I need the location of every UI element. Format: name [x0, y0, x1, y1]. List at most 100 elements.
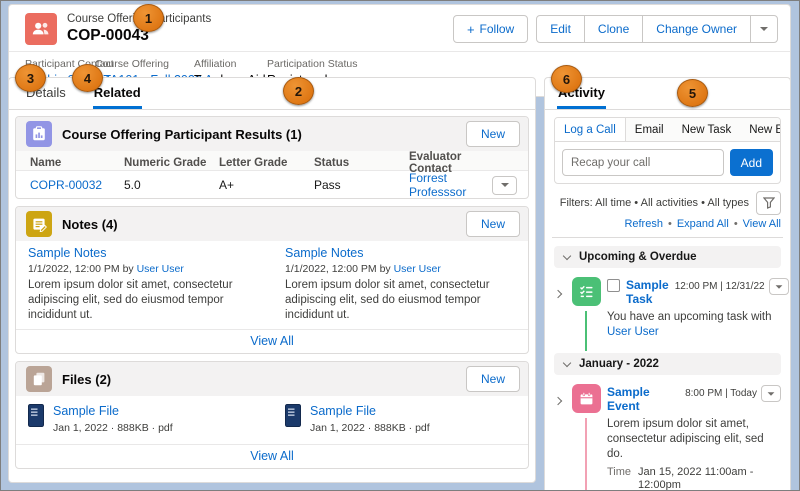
add-button[interactable]: Add — [729, 149, 773, 176]
task-complete-checkbox[interactable] — [607, 279, 620, 292]
files-title: Files (2) — [62, 371, 112, 387]
note-link[interactable]: Sample Notes — [285, 246, 364, 260]
chevron-down-icon — [500, 183, 509, 187]
event-icon — [572, 384, 601, 413]
chevron-right-icon — [553, 396, 563, 406]
tab-related[interactable]: Related — [92, 85, 142, 109]
expand-task-button[interactable] — [553, 277, 566, 340]
timeline-task-item: Sample Task 12:00 PM | 12/31/22 You have… — [553, 277, 789, 351]
files-icon — [26, 366, 52, 392]
notes-related-list: Notes (4) New Sample Notes 1/1/2022, 12:… — [15, 206, 529, 354]
results-table-header: Name Numeric Grade Letter Grade Status E… — [16, 151, 528, 175]
tab-new-task[interactable]: New Task — [673, 118, 741, 141]
table-row: COPR-00032 5.0 A+ Pass Forrest Professso… — [16, 171, 528, 198]
note-author-link[interactable]: User User — [137, 263, 184, 275]
clone-button[interactable]: Clone — [583, 15, 644, 43]
annotation-badge-4: 4 — [72, 64, 103, 92]
event-time: Jan 15, 2022 11:00am - 12:00pm — [638, 466, 754, 491]
notes-title: Notes (4) — [62, 216, 118, 232]
status-cell: Pass — [314, 178, 341, 192]
note-author-link[interactable]: User User — [394, 263, 441, 275]
result-record-link[interactable]: COPR-00032 — [30, 178, 102, 192]
field-label: Affiliation — [194, 58, 237, 70]
more-actions-button[interactable] — [750, 15, 778, 43]
annotation-badge-5: 5 — [677, 79, 708, 107]
notes-icon — [26, 211, 52, 237]
results-new-button[interactable]: New — [465, 121, 520, 147]
results-related-list: Course Offering Participant Results (1) … — [15, 116, 529, 199]
letter-grade-cell: A+ — [219, 178, 235, 192]
filter-button[interactable] — [756, 191, 781, 215]
expand-event-button[interactable] — [553, 384, 566, 490]
event-link[interactable]: Sample Event — [607, 385, 679, 413]
files-new-button[interactable]: New — [465, 366, 520, 392]
edit-button[interactable]: Edit — [536, 15, 585, 43]
chevron-right-icon — [553, 289, 563, 299]
chevron-down-icon — [562, 251, 572, 260]
notes-view-all-link[interactable]: View All — [250, 334, 294, 348]
note-item: Sample Notes 1/1/2022, 12:00 PM by User … — [28, 246, 259, 323]
event-datetime: 8:00 PM | Today — [685, 388, 757, 399]
note-body: Lorem ipsum dolor sit amet, consectetur … — [285, 279, 490, 321]
task-icon — [572, 277, 601, 306]
course-offering-participant-icon — [25, 13, 57, 45]
change-owner-button[interactable]: Change Owner — [642, 15, 751, 43]
event-description: Lorem ipsum dolor sit amet, consectetur … — [607, 418, 764, 460]
follow-button[interactable]: + Follow — [452, 15, 529, 43]
numeric-grade-cell: 5.0 — [124, 178, 141, 192]
call-recap-input[interactable] — [562, 149, 724, 176]
file-link[interactable]: Sample File — [53, 404, 119, 418]
note-item: Sample Notes 1/1/2022, 12:00 PM by User … — [285, 246, 516, 323]
evaluator-contact-link[interactable]: Forrest Professsor — [409, 171, 466, 198]
timeline-event-item: Sample Event 8:00 PM | Today Lorem ipsum… — [553, 384, 781, 491]
tab-new-event[interactable]: New Event — [740, 118, 780, 141]
annotation-badge-2: 2 — [283, 77, 314, 105]
task-link[interactable]: Sample Task — [626, 278, 669, 306]
files-view-all-link[interactable]: View All — [250, 449, 294, 463]
tab-log-a-call[interactable]: Log a Call — [555, 118, 626, 141]
filters-summary: Filters: All time • All activities • All… — [559, 197, 749, 209]
annotation-badge-3: 3 — [15, 64, 46, 92]
timeline-connector — [585, 311, 587, 351]
field-label: Participation Status — [267, 58, 358, 70]
notes-new-button[interactable]: New — [465, 211, 520, 237]
chevron-down-icon — [760, 27, 768, 31]
chevron-down-icon — [775, 284, 782, 289]
section-january-2022[interactable]: January - 2022 — [554, 353, 781, 375]
plus-icon: + — [466, 21, 475, 37]
annotation-badge-6: 6 — [551, 65, 582, 93]
view-all-link[interactable]: View All — [743, 218, 781, 230]
note-link[interactable]: Sample Notes — [28, 246, 107, 260]
divider — [552, 237, 783, 238]
file-item: Sample File Jan 1, 2022 · 888KB · pdf — [28, 404, 259, 434]
file-link[interactable]: Sample File — [310, 404, 376, 418]
funnel-icon — [762, 197, 775, 209]
field-label: Course Offering — [95, 58, 169, 70]
files-related-list: Files (2) New Sample File Jan 1, 2022 · … — [15, 361, 529, 469]
annotation-badge-1: 1 — [133, 4, 164, 32]
refresh-link[interactable]: Refresh — [624, 218, 663, 230]
tab-email[interactable]: Email — [626, 118, 673, 141]
expand-all-link[interactable]: Expand All — [677, 218, 729, 230]
results-title: Course Offering Participant Results (1) — [62, 126, 302, 142]
doc-icon — [28, 404, 44, 427]
task-actions-button[interactable] — [768, 278, 789, 295]
row-actions-button[interactable] — [492, 175, 517, 195]
timeline-connector — [585, 418, 587, 490]
file-item: Sample File Jan 1, 2022 · 888KB · pdf — [285, 404, 516, 434]
doc-icon — [285, 404, 301, 427]
note-body: Lorem ipsum dolor sit amet, consectetur … — [28, 279, 233, 321]
task-datetime: 12:00 PM | 12/31/22 — [674, 281, 765, 292]
record-detail-panel: Details Related Course Offering Particip… — [8, 77, 536, 483]
section-upcoming-overdue[interactable]: Upcoming & Overdue — [554, 246, 781, 268]
chevron-down-icon — [562, 358, 572, 367]
activity-composer: Log a Call Email New Task New Event Add — [554, 117, 781, 184]
chevron-down-icon — [767, 391, 775, 396]
file-meta: Jan 1, 2022 · 888KB · pdf — [310, 422, 430, 434]
task-user-link[interactable]: User User — [607, 326, 659, 338]
file-meta: Jan 1, 2022 · 888KB · pdf — [53, 422, 173, 434]
results-icon — [26, 121, 52, 147]
event-actions-button[interactable] — [761, 385, 781, 402]
salesforce-record-page: Course Offering Participants COP-00043 +… — [0, 0, 800, 491]
activity-panel: Activity Log a Call Email New Task New E… — [544, 77, 791, 491]
